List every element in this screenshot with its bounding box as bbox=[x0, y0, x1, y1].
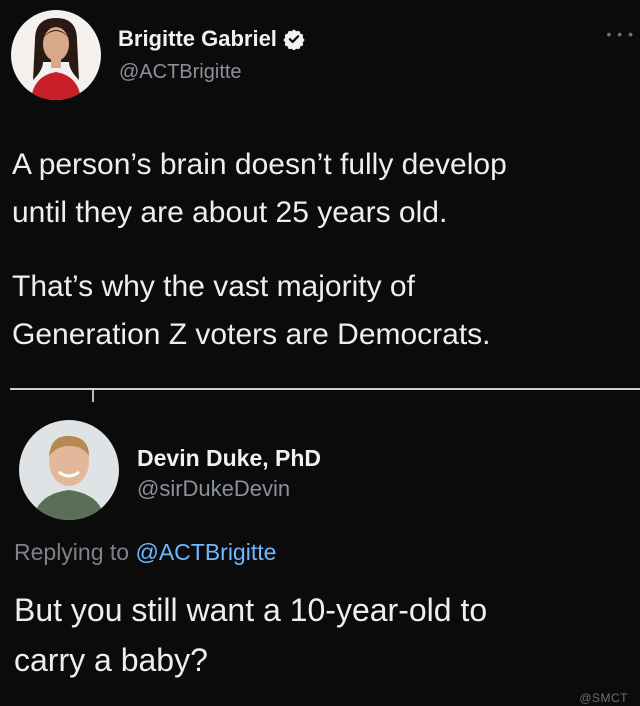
replying-to-label: Replying to bbox=[14, 539, 136, 565]
more-options-icon[interactable]: • • • bbox=[607, 26, 634, 42]
author-name-row[interactable]: Brigitte Gabriel bbox=[118, 26, 305, 52]
tweet-text-paragraph-2: That’s why the vast majority of Generati… bbox=[12, 270, 491, 351]
author-name[interactable]: Devin Duke, PhD bbox=[137, 445, 321, 472]
replying-to-mention-link[interactable]: @ACTBrigitte bbox=[135, 539, 276, 565]
avatar-photo-icon bbox=[11, 10, 101, 100]
brigitte-gabriel-avatar[interactable] bbox=[11, 10, 101, 100]
author-handle[interactable]: @ACTBrigitte bbox=[119, 61, 242, 84]
reply-tweet-text: But you still want a 10-year-old to carr… bbox=[14, 592, 488, 678]
devin-duke-avatar[interactable] bbox=[19, 420, 119, 520]
tweet-divider bbox=[10, 388, 640, 390]
verified-badge-icon bbox=[283, 28, 305, 51]
author-name[interactable]: Brigitte Gabriel bbox=[118, 26, 277, 52]
watermark: @SMCT bbox=[579, 691, 628, 705]
author-name-row[interactable]: Devin Duke, PhD bbox=[137, 445, 321, 472]
tweet-text-paragraph-1: A person’s brain doesn’t fully develop u… bbox=[12, 148, 507, 229]
original-tweet: Brigitte Gabriel @ACTBrigitte • • • A pe… bbox=[0, 0, 640, 388]
author-handle[interactable]: @sirDukeDevin bbox=[137, 476, 290, 502]
reply-tweet: Devin Duke, PhD @sirDukeDevin Replying t… bbox=[0, 392, 640, 706]
avatar-photo-icon bbox=[19, 420, 119, 520]
replying-to-line: Replying to @ACTBrigitte bbox=[14, 539, 276, 566]
